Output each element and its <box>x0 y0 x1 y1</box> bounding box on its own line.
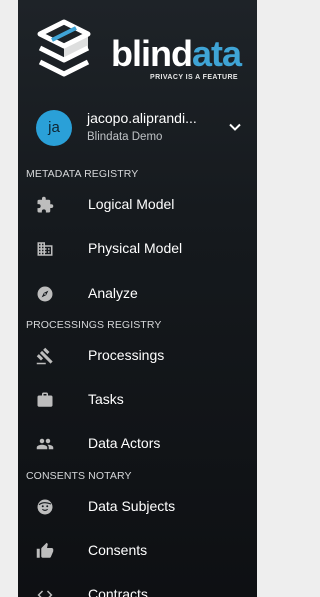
nav-item-label: Logical Model <box>88 196 175 212</box>
user-menu[interactable]: ja jacopo.aliprandi... Blindata Demo <box>18 104 257 152</box>
brand-logo[interactable]: blindata PRIVACY IS A FEATURE <box>32 14 242 86</box>
people-icon <box>36 438 54 450</box>
section-header-processings-registry: PROCESSINGS REGISTRY <box>26 319 162 331</box>
nav-item-label: Physical Model <box>88 240 183 256</box>
nav-item-label: Data Subjects <box>88 498 176 514</box>
avatar: ja <box>36 110 72 146</box>
nav-item-analyze[interactable]: Analyze <box>18 274 257 314</box>
chevron-down-icon[interactable] <box>228 120 242 134</box>
nav-item-label: Data Actors <box>88 435 161 451</box>
nav-item-contracts[interactable]: Contracts <box>18 575 257 597</box>
nav-item-label: Analyze <box>88 285 138 301</box>
user-name: jacopo.aliprandi... <box>87 110 197 126</box>
user-organization: Blindata Demo <box>87 131 163 143</box>
nav-item-processings[interactable]: Processings <box>18 336 257 376</box>
brand-tagline: PRIVACY IS A FEATURE <box>150 74 238 81</box>
gavel-icon <box>36 347 53 365</box>
sidebar: blindata PRIVACY IS A FEATURE ja jacopo.… <box>18 0 257 597</box>
brand-name: blindata <box>111 33 242 74</box>
code-icon <box>37 590 53 597</box>
blindata-logo-icon <box>37 19 91 77</box>
nav-item-logical-model[interactable]: Logical Model <box>18 185 257 225</box>
nav-item-consents[interactable]: Consents <box>18 531 257 571</box>
puzzle-icon <box>37 196 54 213</box>
nav-item-label: Contracts <box>88 586 148 597</box>
nav-item-label: Tasks <box>88 391 124 407</box>
compass-icon <box>37 286 53 302</box>
briefcase-icon <box>37 392 53 407</box>
nav-item-tasks[interactable]: Tasks <box>18 380 257 420</box>
nav-item-label: Consents <box>88 542 148 558</box>
nav-item-data-subjects[interactable]: Data Subjects <box>18 487 257 527</box>
face-icon <box>37 499 53 515</box>
nav-item-physical-model[interactable]: Physical Model <box>18 229 257 269</box>
nav-item-data-actors[interactable]: Data Actors <box>18 424 257 464</box>
app-frame: blindata PRIVACY IS A FEATURE ja jacopo.… <box>0 0 257 597</box>
thumb-up-icon <box>36 542 54 558</box>
nav-item-label: Processings <box>88 347 165 363</box>
section-header-metadata-registry: METADATA REGISTRY <box>26 168 139 180</box>
section-header-consents-notary: CONSENTS NOTARY <box>26 470 132 482</box>
building-icon <box>37 242 53 256</box>
